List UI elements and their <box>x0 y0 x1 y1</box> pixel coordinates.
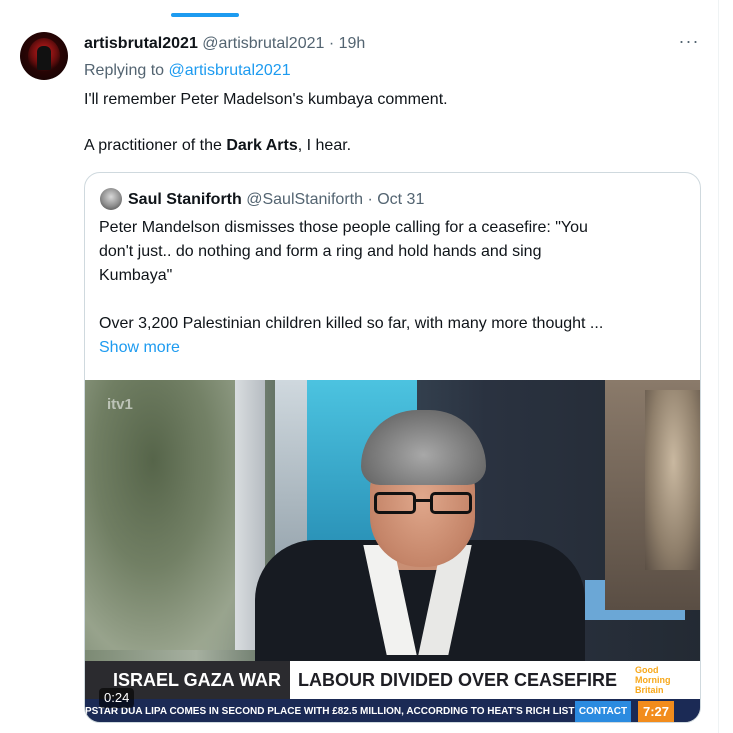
author-handle[interactable]: @artisbrutal2021 <box>202 35 324 52</box>
quoted-author-handle: @SaulStaniforth <box>246 191 363 208</box>
replying-prefix: Replying to <box>84 62 165 79</box>
ticker-contact: CONTACT <box>575 701 631 722</box>
ticker-clock: 7:27 <box>638 701 674 722</box>
column-divider <box>718 0 719 733</box>
video-bg-statue <box>645 390 700 570</box>
tweet-text-before-bold: A practitioner of the <box>84 137 227 154</box>
quoted-tweet-header: Saul Staniforth @SaulStaniforth · Oct 31 <box>128 190 424 210</box>
tweet-text-after-bold: , I hear. <box>297 137 352 154</box>
video-bg-trees <box>85 380 255 650</box>
quoted-header-separator: · <box>367 191 373 208</box>
quoted-text-line-3: Kumbaya" <box>99 267 173 284</box>
presenter-glasses <box>374 492 474 516</box>
replying-mention[interactable]: @artisbrutal2021 <box>169 62 291 79</box>
show-logo-line-3: Britain <box>635 685 664 695</box>
video-player[interactable]: itv1 ISRAEL GAZA WAR LABOUR DIVIDED OVER… <box>85 380 700 722</box>
quoted-text-line-4: Over 3,200 Palestinian children killed s… <box>99 315 604 332</box>
active-tab-indicator <box>171 13 239 17</box>
quoted-text-line-1: Peter Mandelson dismisses those people c… <box>99 219 588 236</box>
quoted-author-avatar <box>100 188 122 210</box>
replying-to: Replying to @artisbrutal2021 <box>84 61 291 81</box>
video-timestamp: 0:24 <box>99 688 135 708</box>
avatar-figure <box>37 46 51 70</box>
show-logo-line-2: Morning <box>635 675 671 685</box>
tweet-header: artisbrutal2021 @artisbrutal2021 · 19h <box>84 34 365 54</box>
tweet-text-bold: Dark Arts <box>226 137 298 154</box>
glasses-lens-right <box>430 492 472 514</box>
show-more-link[interactable]: Show more <box>99 336 180 360</box>
tweet-text-line-2: A practitioner of the Dark Arts, I hear. <box>84 136 351 156</box>
tweet-text-line-1: I'll remember Peter Madelson's kumbaya c… <box>84 91 448 108</box>
glasses-lens-left <box>374 492 416 514</box>
tweet-time[interactable]: 19h <box>339 35 366 52</box>
show-logo: Good Morning Britain <box>635 665 695 697</box>
news-lower-third: ISRAEL GAZA WAR LABOUR DIVIDED OVER CEAS… <box>85 661 700 699</box>
news-ticker: PSTAR DUA LIPA COMES IN SECOND PLACE WIT… <box>85 699 700 722</box>
channel-logo: itv1 <box>107 396 133 413</box>
quoted-tweet-card[interactable]: Saul Staniforth @SaulStaniforth · Oct 31… <box>84 172 701 723</box>
header-separator: · <box>328 35 335 52</box>
quoted-tweet-date: Oct 31 <box>377 191 425 208</box>
quoted-author-name: Saul Staniforth <box>128 191 242 208</box>
headline-right: LABOUR DIVIDED OVER CEASEFIRE <box>298 670 618 690</box>
quoted-text-line-2: don't just.. do nothing and form a ring … <box>99 243 542 260</box>
author-avatar[interactable] <box>20 32 68 80</box>
ticker-text: PSTAR DUA LIPA COMES IN SECOND PLACE WIT… <box>85 706 575 717</box>
more-options-icon[interactable]: ··· <box>677 32 701 54</box>
show-logo-line-1: Good <box>635 665 659 675</box>
author-name[interactable]: artisbrutal2021 <box>84 35 198 52</box>
